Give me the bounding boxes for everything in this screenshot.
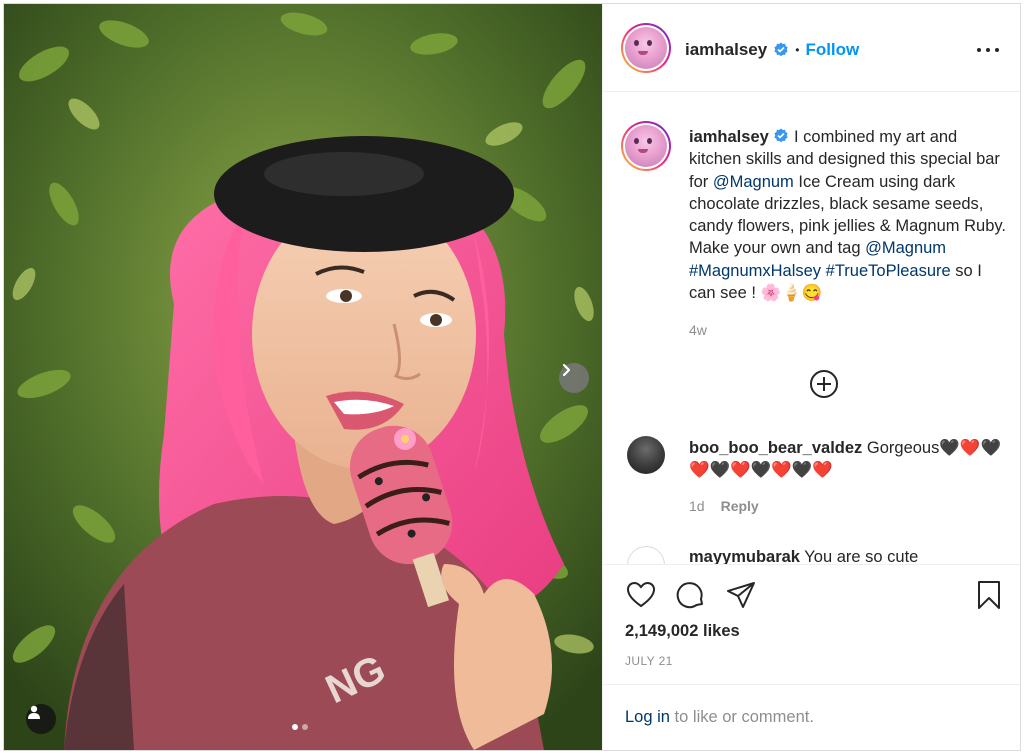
verified-badge-icon	[774, 42, 788, 57]
caption-author-avatar[interactable]	[621, 121, 671, 171]
hashtag-link[interactable]: #TrueToPleasure	[826, 262, 951, 280]
login-prompt: Log in to like or comment.	[603, 684, 1020, 750]
login-suffix: to like or comment.	[669, 708, 814, 726]
comment-item: boo_boo_bear_valdez Gorgeous🖤❤️🖤❤️🖤❤️🖤❤️…	[689, 437, 1011, 482]
carousel-dot-active	[292, 724, 298, 730]
comment-time[interactable]: 1d	[689, 498, 705, 514]
author-username[interactable]: iamhalsey	[685, 40, 767, 60]
photo-illustration: NG	[4, 4, 602, 750]
login-link[interactable]: Log in	[625, 708, 670, 726]
action-bar: 2,149,002 likes JULY 21	[603, 564, 1020, 684]
separator-dot: •	[795, 43, 800, 57]
chevron-right-icon	[562, 363, 571, 377]
post-time-ago[interactable]: 4w	[689, 322, 707, 338]
post-header: iamhalsey • Follow	[603, 4, 1020, 92]
commenter-avatar[interactable]	[627, 546, 665, 564]
commenter-avatar[interactable]	[627, 436, 665, 474]
carousel-dot	[302, 724, 308, 730]
comment-username[interactable]: mayymubarak	[689, 548, 800, 564]
author-avatar[interactable]	[621, 23, 671, 73]
post-photo[interactable]: NG	[4, 4, 602, 750]
share-icon[interactable]	[725, 579, 757, 611]
comment-text: You are so cute	[799, 548, 919, 564]
more-options-icon[interactable]	[977, 48, 999, 54]
user-tag-icon	[28, 705, 40, 719]
post-caption: iamhalsey I combined my art and kitchen …	[689, 126, 1009, 304]
comment-item: mayymubarak You are so cute	[689, 546, 918, 564]
plus-circle-icon[interactable]	[809, 369, 839, 399]
comment-meta: 1d Reply	[689, 498, 759, 514]
post-date[interactable]: JULY 21	[625, 654, 673, 668]
follow-button[interactable]: Follow	[805, 40, 859, 60]
carousel-indicator	[292, 724, 308, 730]
caption-username[interactable]: iamhalsey	[689, 128, 769, 146]
mention-link[interactable]: @Magnum	[713, 173, 794, 191]
user-tags-button[interactable]	[26, 704, 56, 734]
comment-icon[interactable]	[675, 579, 707, 611]
instagram-post: NG iamhalsey • Follow iamhalsey I combin…	[3, 3, 1021, 751]
comment-username[interactable]: boo_boo_bear_valdez	[689, 439, 862, 457]
hashtag-link[interactable]: #MagnumxHalsey	[689, 262, 821, 280]
heart-icon[interactable]	[625, 579, 657, 611]
verified-badge-icon	[774, 128, 789, 143]
reply-button[interactable]: Reply	[721, 498, 759, 514]
post-side-panel: iamhalsey • Follow iamhalsey I combined …	[602, 4, 1020, 750]
bookmark-icon[interactable]	[973, 579, 1005, 611]
comments-list: boo_boo_bear_valdez Gorgeous🖤❤️🖤❤️🖤❤️🖤❤️…	[603, 424, 1020, 564]
likes-count[interactable]: 2,149,002 likes	[625, 622, 740, 641]
mention-link[interactable]: @Magnum	[865, 239, 946, 257]
next-slide-button[interactable]	[559, 363, 589, 393]
